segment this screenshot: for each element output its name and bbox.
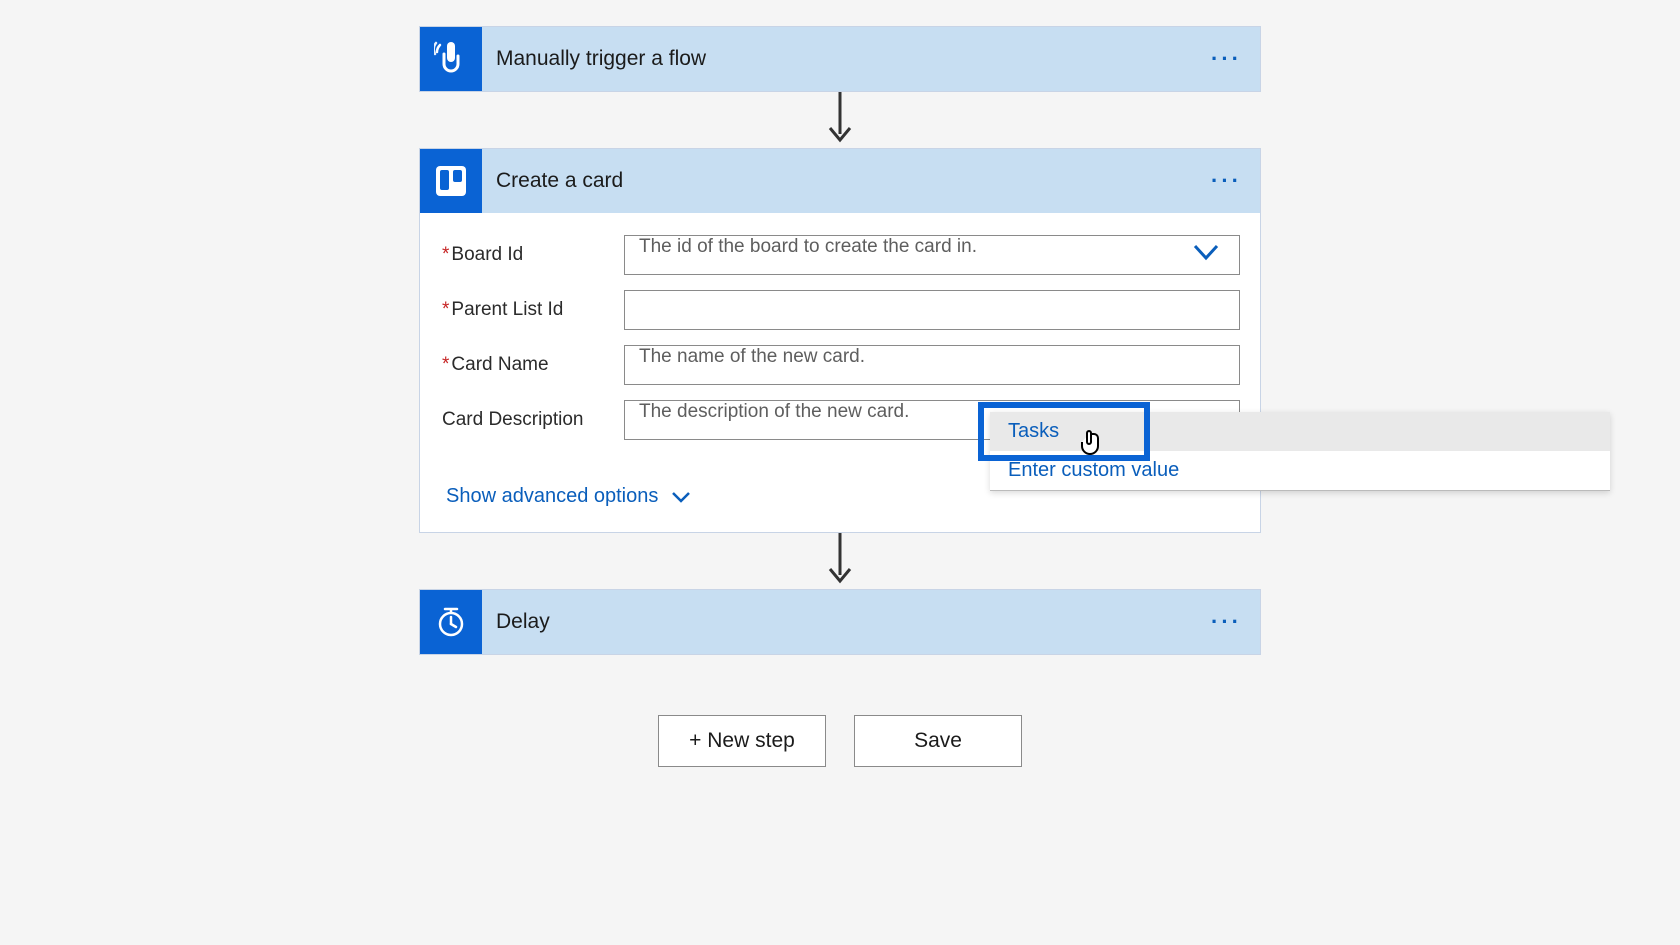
trigger-step[interactable]: Manually trigger a flow ··· xyxy=(419,26,1261,92)
card-name-label: *Card Name xyxy=(440,354,624,376)
card-name-input[interactable]: The name of the new card. xyxy=(624,345,1240,385)
new-step-button[interactable]: + New step xyxy=(658,715,826,767)
chevron-down-icon xyxy=(670,489,692,505)
delay-title: Delay xyxy=(496,610,550,634)
board-id-input[interactable]: The id of the board to create the card i… xyxy=(624,235,1240,275)
trigger-icon xyxy=(420,27,482,91)
delay-icon xyxy=(420,590,482,654)
dropdown-option-custom[interactable]: Enter custom value xyxy=(990,451,1610,490)
delay-menu[interactable]: ··· xyxy=(1211,609,1242,635)
card-desc-label: Card Description xyxy=(440,409,624,431)
parent-list-input[interactable] xyxy=(624,290,1240,330)
parent-list-label: *Parent List Id xyxy=(440,299,624,321)
create-card-step[interactable]: Create a card ··· *Board Id The id of th… xyxy=(419,148,1261,533)
advanced-label: Show advanced options xyxy=(446,485,658,508)
trello-icon xyxy=(420,149,482,213)
board-id-dropdown[interactable]: Tasks Enter custom value xyxy=(990,412,1610,491)
create-title: Create a card xyxy=(496,169,623,193)
board-id-placeholder: The id of the board to create the card i… xyxy=(639,236,977,257)
delay-step[interactable]: Delay ··· xyxy=(419,589,1261,655)
show-advanced-toggle[interactable]: Show advanced options xyxy=(440,485,692,508)
card-name-placeholder: The name of the new card. xyxy=(639,346,865,367)
card-desc-placeholder: The description of the new card. xyxy=(639,401,909,422)
trigger-title: Manually trigger a flow xyxy=(496,47,706,71)
create-menu[interactable]: ··· xyxy=(1211,168,1242,194)
dropdown-option-tasks[interactable]: Tasks xyxy=(990,412,1610,451)
connector-arrow xyxy=(825,533,855,589)
board-id-label: *Board Id xyxy=(440,244,624,266)
chevron-down-icon[interactable] xyxy=(1191,241,1221,269)
save-button[interactable]: Save xyxy=(854,715,1022,767)
trigger-menu[interactable]: ··· xyxy=(1211,46,1242,72)
connector-arrow xyxy=(825,92,855,148)
